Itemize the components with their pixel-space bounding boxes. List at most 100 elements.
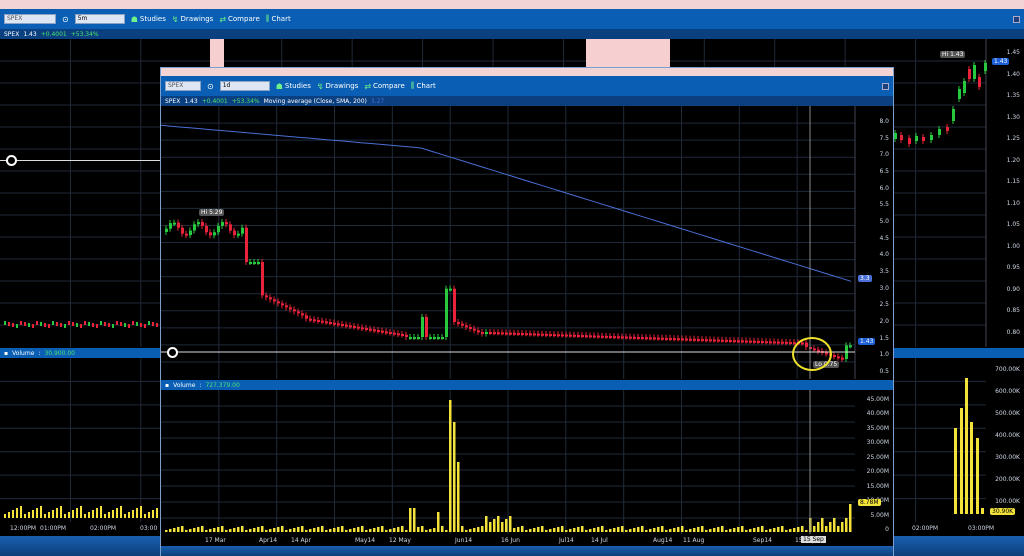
front-volume-bar [397,527,400,532]
front-time-tick: Apr14 [259,537,278,544]
front-candle [501,332,504,335]
front-candle [777,341,780,344]
back-clock-icon[interactable]: ⊙ [62,15,69,24]
front-price-tick: 2.0 [879,318,889,325]
front-volume-bar [589,529,592,532]
front-crosshair-handle-icon[interactable] [167,347,178,358]
back-candle [915,136,918,141]
front-candle [429,337,432,339]
front-price-tick: 5.0 [879,218,889,225]
back-studies-button[interactable]: ☗ Studies [131,15,166,24]
front-candle [409,337,412,339]
moving-average-line [161,124,852,282]
back-crosshair-handle-icon[interactable] [6,155,17,166]
front-volume-bar [553,528,556,532]
back-volume-bar [72,510,74,518]
back-volume-bar [28,512,30,518]
front-volume-bar [489,522,492,532]
back-candle [128,324,130,328]
front-candle [613,336,616,339]
front-price-chart[interactable] [161,106,893,379]
front-volume-bar [841,522,844,532]
front-candle [365,328,368,330]
front-candle [581,335,584,338]
front-candle [273,299,276,302]
front-quote-symbol: SPEX [165,97,181,105]
back-volume-bar [132,510,134,518]
front-candle [249,262,252,264]
back-drawings-label: Drawings [180,15,214,23]
front-navigator[interactable] [161,546,893,556]
back-candle [4,321,6,325]
back-volume-bar [12,510,14,518]
front-volume-bar [501,522,504,532]
front-interval-select[interactable]: 1d [219,81,270,91]
front-price-tick: 7.5 [879,134,889,142]
back-quote-symbol: SPEX [4,30,20,38]
back-drawings-button[interactable]: ↯ Drawings [172,15,213,24]
back-compare-button[interactable]: ⇄ Compare [219,15,259,24]
back-candle [24,322,26,326]
back-volume-bar [84,514,86,518]
front-candle [293,309,296,312]
back-price-tick: 1.15 [1006,178,1020,186]
front-candle [397,333,400,336]
back-price-tick: 1.30 [1006,113,1020,121]
back-volume-bar [64,514,66,518]
front-candle [533,333,536,336]
back-candle [52,321,54,325]
front-volume-bar [433,528,436,532]
back-chart-label: Chart [271,15,291,23]
front-studies-button[interactable]: ☗ Studies [276,82,311,91]
front-window-button[interactable] [882,82,889,90]
back-chart-button[interactable]: ⫼ Chart [266,14,291,24]
back-window-button[interactable] [1013,15,1020,23]
back-candle [120,322,122,326]
front-volume-bar [221,526,224,532]
front-candle [657,337,660,340]
front-candle [553,334,556,337]
front-volume-bar [557,527,560,532]
front-clock-icon[interactable]: ⊙ [207,82,214,91]
front-chart-button[interactable]: ⫼ Chart [411,81,436,91]
front-volume-bar [649,529,652,532]
front-symbol-input[interactable]: SPEX [165,81,201,91]
front-volume-bar [653,528,656,532]
front-candle [277,301,280,304]
front-candle [253,262,256,264]
front-volume-bar [229,529,232,532]
front-volume-bar [585,530,588,532]
front-volume-bar [233,528,236,532]
front-drawings-button[interactable]: ↯ Drawings [317,82,358,91]
back-volume-bar [52,510,54,518]
back-interval-select[interactable]: 5m [74,14,125,24]
front-ma-tag: 3.3 [858,275,872,282]
front-volume-chart[interactable] [161,390,893,534]
front-candle [317,320,320,322]
front-candle [509,332,512,335]
front-volume-bar [465,530,468,532]
back-volume-bar [44,514,46,518]
front-candle [721,339,724,342]
front-volume-bar [413,508,416,532]
front-candle [773,341,776,344]
back-symbol-input[interactable]: SPEX [4,14,56,24]
front-volume-bar [369,529,372,532]
front-candle [521,333,524,336]
front-candle [757,340,760,343]
front-candle [461,323,464,326]
front-volume-bar [217,527,220,532]
front-candle [689,338,692,341]
front-volume-bar [401,526,404,532]
front-time-tick: 14 Jul [591,537,608,544]
front-volume-bar [225,530,228,532]
front-volume-bar [285,530,288,532]
front-candle [849,345,852,348]
front-candle [733,340,736,343]
front-candle [333,322,336,325]
back-volume-tick: 500.00K [995,410,1020,417]
back-time-tick: 02:00PM [912,525,939,532]
front-candle [737,340,740,343]
front-compare-button[interactable]: ⇄ Compare [364,82,404,91]
front-candle [617,336,620,339]
